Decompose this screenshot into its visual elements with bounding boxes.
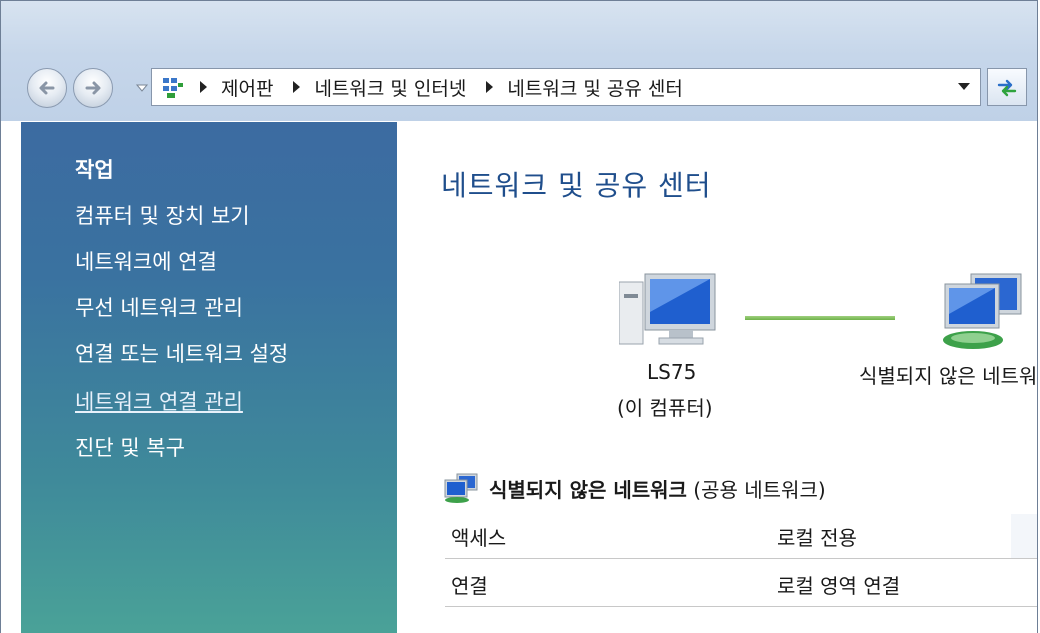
network-info-row: 연결 로컬 영역 연결 bbox=[445, 562, 1037, 607]
task-setup-connection[interactable]: 연결 또는 네트워크 설정 bbox=[75, 338, 288, 368]
network-location-icon bbox=[163, 78, 183, 98]
network-status-icon bbox=[444, 473, 478, 503]
task-view-computers-devices[interactable]: 컴퓨터 및 장치 보기 bbox=[75, 200, 250, 230]
task-pane: 작업 컴퓨터 및 장치 보기 네트워크에 연결 무선 네트워크 관리 연결 또는… bbox=[21, 122, 397, 633]
computer-name: LS75 bbox=[647, 360, 697, 384]
task-manage-wireless-networks[interactable]: 무선 네트워크 관리 bbox=[75, 292, 243, 322]
network-heading: 식별되지 않은 네트워크 (공용 네트워크) bbox=[489, 474, 826, 503]
page-title: 네트워크 및 공유 센터 bbox=[441, 169, 712, 202]
address-bar[interactable]: 제어판 네트워크 및 인터넷 네트워크 및 공유 센터 bbox=[151, 68, 981, 106]
task-pane-title: 작업 bbox=[75, 158, 114, 182]
breadcrumb-arrow-icon[interactable] bbox=[200, 81, 207, 93]
task-manage-network-connections[interactable]: 네트워크 연결 관리 bbox=[75, 386, 243, 416]
breadcrumb-arrow-icon[interactable] bbox=[486, 81, 494, 93]
computer-label: (이 컴퓨터) bbox=[617, 396, 713, 420]
network-type: (공용 네트워크) bbox=[693, 478, 826, 502]
content-pane: 네트워크 및 공유 센터 LS75 (이 컴퓨터) 식별되지 않은 네트워크 식… bbox=[397, 122, 1037, 633]
recent-pages-dropdown-icon[interactable] bbox=[135, 81, 149, 95]
row-background bbox=[1011, 514, 1037, 558]
explorer-window: 제어판 네트워크 및 인터넷 네트워크 및 공유 센터 작업 컴퓨터 및 장치 … bbox=[0, 0, 1038, 633]
back-button[interactable] bbox=[27, 68, 67, 108]
refresh-icon bbox=[997, 79, 1017, 97]
connection-value[interactable]: 로컬 영역 연결 bbox=[777, 570, 900, 599]
network-map-name: 식별되지 않은 네트워크 bbox=[859, 364, 1038, 388]
task-connect-to-network[interactable]: 네트워크에 연결 bbox=[75, 246, 217, 276]
computer-icon[interactable] bbox=[619, 272, 719, 352]
task-diagnose-repair[interactable]: 진단 및 복구 bbox=[75, 432, 185, 462]
network-icon[interactable] bbox=[937, 270, 1027, 352]
breadcrumb-network-internet[interactable]: 네트워크 및 인터넷 bbox=[314, 74, 466, 101]
refresh-button[interactable] bbox=[987, 68, 1027, 106]
access-value: 로컬 전용 bbox=[777, 526, 857, 550]
forward-arrow-icon bbox=[85, 81, 101, 95]
breadcrumb-arrow-icon[interactable] bbox=[293, 81, 301, 93]
access-label: 액세스 bbox=[451, 526, 507, 550]
connection-line bbox=[745, 316, 895, 320]
breadcrumb-control-panel[interactable]: 제어판 bbox=[221, 74, 273, 101]
connection-label: 연결 bbox=[451, 574, 488, 598]
breadcrumb: 제어판 네트워크 및 인터넷 네트워크 및 공유 센터 bbox=[196, 69, 699, 105]
breadcrumb-sharing-center[interactable]: 네트워크 및 공유 센터 bbox=[507, 74, 682, 101]
navigation-buttons bbox=[27, 68, 129, 108]
network-name: 식별되지 않은 네트워크 bbox=[489, 478, 687, 502]
network-info-row: 액세스 로컬 전용 bbox=[445, 514, 1037, 559]
back-arrow-icon bbox=[39, 81, 55, 95]
forward-button[interactable] bbox=[73, 68, 113, 108]
address-dropdown-icon[interactable] bbox=[958, 83, 970, 90]
